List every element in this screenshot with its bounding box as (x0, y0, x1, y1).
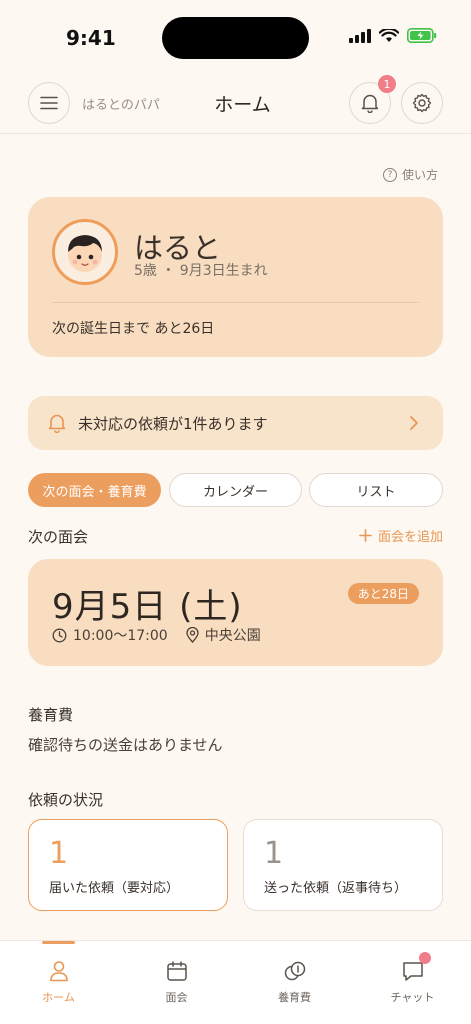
battery-icon (407, 28, 437, 43)
help-link[interactable]: ? 使い方 (382, 166, 438, 183)
status-bar: 9:41 (0, 0, 471, 74)
notification-badge: 1 (378, 75, 396, 93)
add-meeting-label: 面会を追加 (377, 530, 443, 545)
pending-request-alert[interactable]: 未対応の依頼が1件あります (28, 396, 443, 450)
plus-icon (359, 529, 372, 542)
help-label: 使い方 (401, 168, 438, 182)
child-support-status: 確認待ちの送金はありません (28, 736, 223, 754)
location-pin-icon (186, 627, 199, 643)
sent-requests-card[interactable]: 1 送った依頼（返事待ち） (243, 819, 443, 911)
child-age-birthday: 5歳 ・ 9月3日生まれ (134, 263, 268, 279)
notification-button[interactable]: 1 (349, 75, 396, 124)
signal-icon (349, 28, 371, 43)
chat-unread-dot (418, 952, 431, 964)
status-time: 9:41 (66, 26, 116, 50)
dynamic-island (162, 17, 309, 59)
nav-meetings[interactable]: 面会 (118, 941, 235, 1011)
nav-chat-label: チャット (390, 991, 435, 1004)
meeting-time: 10:00〜17:00 (73, 628, 168, 644)
alert-text: 未対応の依頼が1件あります (78, 414, 268, 433)
received-requests-label: 届いた依頼（要対応） (49, 881, 180, 896)
nav-chat[interactable]: チャット (354, 941, 471, 1011)
clock-icon (52, 628, 67, 642)
divider (52, 302, 419, 303)
tab-list[interactable]: リスト (309, 473, 443, 507)
child-face-icon (68, 235, 102, 272)
nav-meetings-label: 面会 (165, 991, 188, 1004)
nav-home[interactable]: ホーム (0, 941, 117, 1011)
person-icon (49, 961, 68, 982)
requests-title: 依頼の状況 (28, 791, 104, 809)
received-requests-card[interactable]: 1 届いた依頼（要対応） (28, 819, 228, 911)
chat-icon (402, 962, 423, 981)
calendar-icon (166, 961, 187, 981)
app-header: はるとのパパ ホーム 1 (0, 74, 471, 134)
child-profile-card[interactable]: はると 5歳 ・ 9月3日生まれ 次の誕生日まで あと26日 (28, 197, 443, 357)
meeting-place: 中央公園 (204, 628, 261, 644)
nav-child-support-label: 養育費 (278, 991, 311, 1004)
settings-button[interactable] (401, 82, 443, 124)
meeting-date: 9月5日 (土) (52, 587, 243, 627)
wifi-icon (379, 28, 399, 42)
sent-requests-count: 1 (264, 836, 284, 871)
child-support-title: 養育費 (28, 706, 74, 724)
view-tabs: 次の面会・養育費 カレンダー リスト (28, 473, 443, 508)
question-icon: ? (382, 167, 397, 182)
received-requests-count: 1 (49, 836, 69, 871)
add-meeting-button[interactable]: 面会を追加 (359, 526, 443, 545)
meeting-details: 10:00〜17:00 中央公園 (52, 625, 261, 645)
chevron-right-icon (410, 416, 418, 430)
gear-icon (412, 93, 432, 113)
sent-requests-label: 送った依頼（返事待ち） (264, 881, 408, 896)
tab-calendar[interactable]: カレンダー (169, 473, 302, 507)
active-indicator (42, 941, 75, 944)
birthday-countdown: 次の誕生日まで あと26日 (52, 321, 215, 337)
next-meeting-title: 次の面会 (28, 528, 89, 546)
coins-icon (284, 961, 305, 981)
meeting-countdown-badge: あと28日 (347, 583, 419, 604)
bottom-nav: ホーム 面会 養育費 チャット (0, 940, 471, 1024)
nav-home-label: ホーム (42, 991, 75, 1004)
tab-next-meeting-support[interactable]: 次の面会・養育費 (28, 473, 161, 507)
bell-icon (361, 94, 379, 113)
bell-icon (48, 414, 66, 433)
child-avatar (52, 219, 118, 285)
status-icons (349, 28, 437, 43)
next-meeting-card[interactable]: 9月5日 (土) あと28日 10:00〜17:00 中央公園 (28, 559, 443, 666)
nav-child-support[interactable]: 養育費 (236, 941, 353, 1011)
